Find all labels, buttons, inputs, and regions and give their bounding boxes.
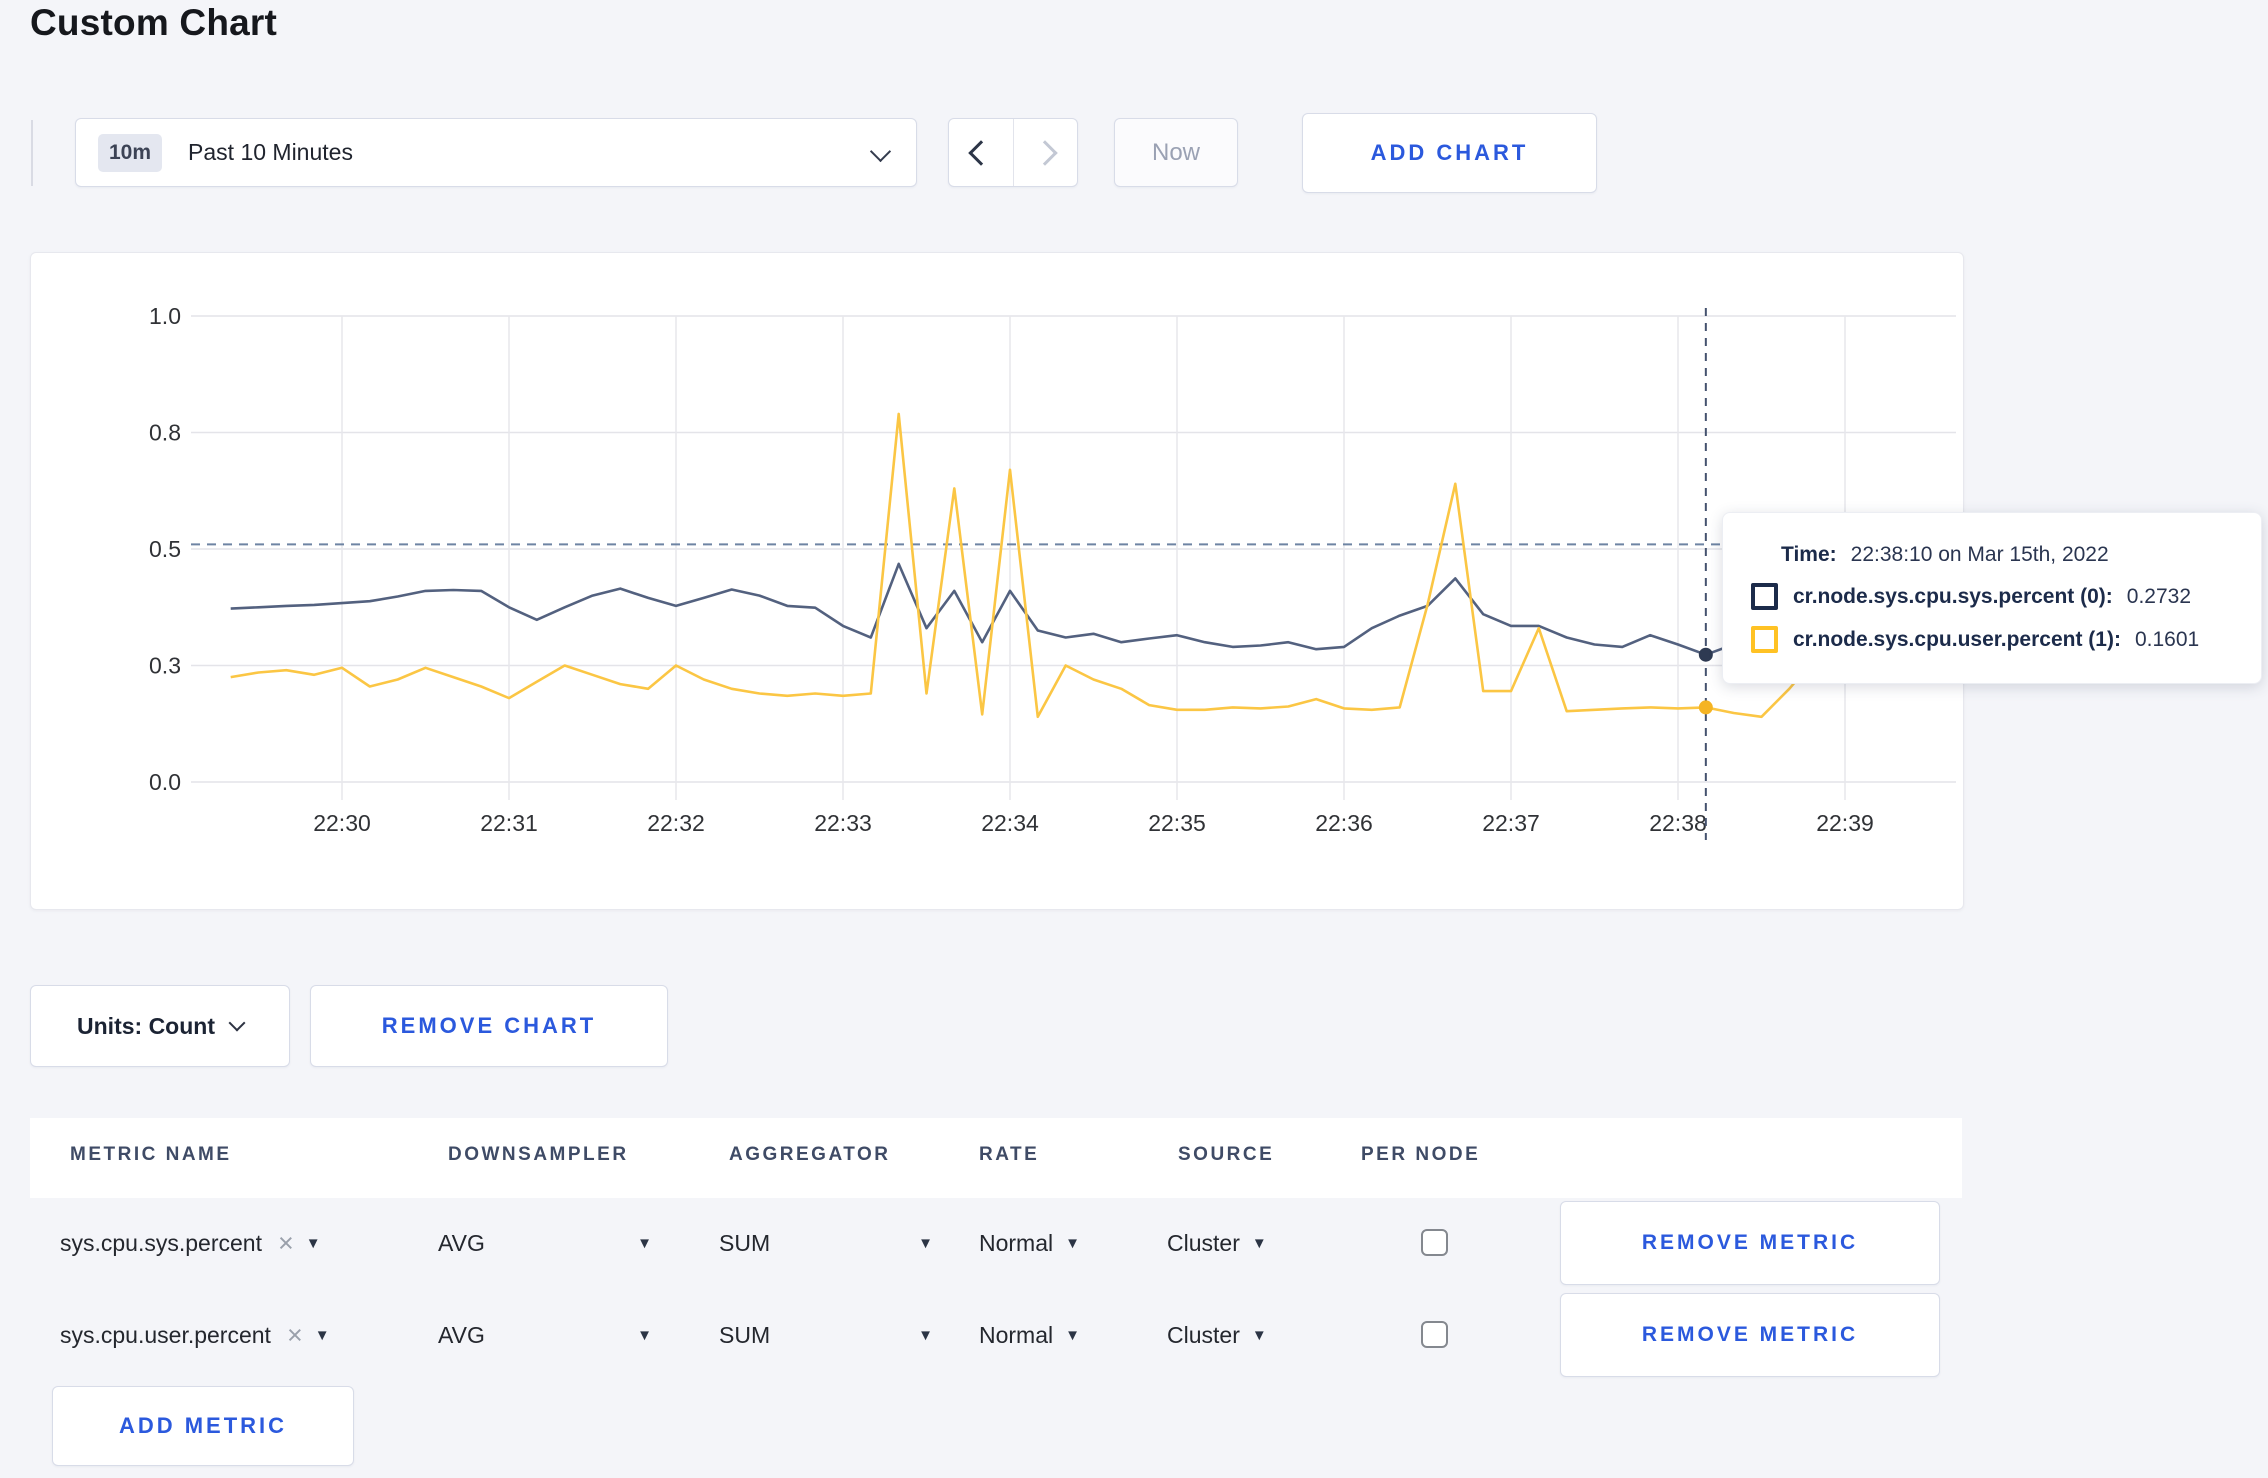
caret-down-icon: ▼ [305, 1234, 321, 1252]
aggregator-value: SUM [719, 1229, 771, 1256]
y-axis-tick-label: 0.3 [149, 653, 181, 679]
chevron-down-icon [228, 1014, 246, 1032]
add-metric-button[interactable]: ADD METRIC [52, 1386, 354, 1466]
downsampler-select[interactable]: AVG ▼ [438, 1289, 652, 1381]
series-line [230, 412, 1874, 719]
source-value: Cluster [1167, 1321, 1240, 1348]
rate-select[interactable]: Normal ▼ [979, 1289, 1080, 1381]
x-axis-tick-label: 22:32 [647, 810, 705, 836]
source-select[interactable]: Cluster ▼ [1167, 1197, 1267, 1289]
time-range-dropdown[interactable]: 10m Past 10 Minutes [75, 118, 917, 187]
source-value: Cluster [1167, 1229, 1240, 1256]
chart-card: 0.0 0.3 0.5 0.8 1.0 22:30 22:31 22:32 22:33 22:34… [30, 252, 1964, 910]
x-axis-tick-label: 22:35 [1148, 810, 1206, 836]
metrics-table-header: METRIC NAME DOWNSAMPLER AGGREGATOR RATE … [30, 1118, 1962, 1198]
remove-chart-button[interactable]: REMOVE CHART [310, 985, 668, 1067]
tooltip-time-label: Time: [1781, 543, 1837, 566]
custom-chart-page: Custom Chart 10m Past 10 Minutes Now ADD… [0, 0, 2268, 1478]
caret-down-icon: ▼ [918, 1234, 933, 1252]
tooltip-time-value: 22:38:10 on Mar 15th, 2022 [1850, 543, 2109, 566]
chart-tooltip: Time: 22:38:10 on Mar 15th, 2022 cr.node… [1722, 512, 2262, 684]
y-axis-tick-label: 1.0 [149, 303, 181, 329]
tooltip-series-0-label: cr.node.sys.cpu.sys.percent (0): [1793, 584, 2113, 608]
clear-metric-icon[interactable]: × [287, 1321, 303, 1349]
caret-down-icon: ▼ [1251, 1326, 1267, 1344]
aggregator-select[interactable]: SUM ▼ [719, 1197, 933, 1289]
time-nav-group [948, 118, 1078, 187]
caret-down-icon: ▼ [637, 1234, 652, 1252]
x-axis-tick-label: 22:33 [814, 810, 872, 836]
series-1-legend-swatch-icon [1751, 626, 1778, 653]
metric-name-value: sys.cpu.user.percent [60, 1321, 271, 1348]
tooltip-time-row: Time: 22:38:10 on Mar 15th, 2022 [1781, 543, 2233, 567]
time-forward-button[interactable] [1012, 119, 1078, 186]
tooltip-series-1-label: cr.node.sys.cpu.user.percent (1): [1793, 627, 2121, 651]
units-label: Units: Count [77, 1012, 215, 1039]
chevron-right-icon [1032, 139, 1058, 166]
x-axis-tick-label: 22:37 [1482, 810, 1540, 836]
caret-down-icon: ▼ [637, 1326, 652, 1344]
source-select[interactable]: Cluster ▼ [1167, 1289, 1267, 1381]
caret-down-icon: ▼ [1065, 1326, 1080, 1344]
now-button[interactable]: Now [1114, 118, 1238, 187]
time-range-badge: 10m [98, 133, 163, 172]
caret-down-icon: ▼ [1065, 1234, 1080, 1252]
metric-row: sys.cpu.sys.percent × ▼ AVG ▼ SUM ▼ Norm… [30, 1197, 1962, 1289]
y-axis-tick-label: 0.8 [149, 420, 181, 446]
tooltip-series-row: cr.node.sys.cpu.sys.percent (0): 0.2732 [1751, 583, 2233, 610]
series-0-legend-swatch-icon [1751, 583, 1778, 610]
time-back-button[interactable] [949, 119, 1013, 186]
col-header-source: SOURCE [1178, 1144, 1275, 1165]
tooltip-series-row: cr.node.sys.cpu.user.percent (1): 0.1601 [1751, 626, 2233, 653]
remove-metric-button[interactable]: REMOVE METRIC [1560, 1201, 1940, 1285]
x-axis-tick-label: 22:39 [1816, 810, 1874, 836]
tooltip-series-1-value: 0.1601 [2134, 627, 2200, 651]
x-axis-tick-label: 22:36 [1315, 810, 1373, 836]
units-dropdown[interactable]: Units: Count [30, 985, 290, 1067]
downsampler-select[interactable]: AVG ▼ [438, 1197, 652, 1289]
col-header-rate: RATE [979, 1144, 1040, 1165]
x-axis-tick-label: 22:31 [480, 810, 538, 836]
time-range-label: Past 10 Minutes [188, 139, 353, 165]
metric-row: sys.cpu.user.percent × ▼ AVG ▼ SUM ▼ Nor… [30, 1289, 1962, 1381]
clear-metric-icon[interactable]: × [278, 1229, 294, 1257]
y-axis-tick-label: 0.0 [149, 769, 181, 795]
per-node-checkbox[interactable] [1421, 1229, 1448, 1256]
chevron-down-icon [869, 140, 892, 163]
rate-value: Normal [979, 1321, 1054, 1348]
hover-point-dot [1698, 700, 1713, 715]
toolbar-divider [31, 120, 33, 186]
y-axis-tick-label: 0.5 [149, 536, 181, 562]
per-node-checkbox[interactable] [1421, 1321, 1448, 1348]
x-axis-tick-label: 22:34 [981, 810, 1039, 836]
col-header-downsampler: DOWNSAMPLER [448, 1144, 629, 1165]
tooltip-series-0-value: 0.2732 [2126, 584, 2192, 608]
downsampler-value: AVG [438, 1229, 485, 1256]
col-header-per-node: PER NODE [1361, 1144, 1481, 1165]
rate-value: Normal [979, 1229, 1054, 1256]
aggregator-select[interactable]: SUM ▼ [719, 1289, 933, 1381]
aggregator-value: SUM [719, 1321, 771, 1348]
x-axis-tick-label: 22:30 [313, 810, 371, 836]
metric-name-select[interactable]: sys.cpu.user.percent × ▼ [60, 1289, 330, 1381]
caret-down-icon: ▼ [918, 1326, 933, 1344]
col-header-aggregator: AGGREGATOR [729, 1144, 891, 1165]
caret-down-icon: ▼ [314, 1326, 330, 1344]
col-header-metric-name: METRIC NAME [70, 1144, 232, 1165]
rate-select[interactable]: Normal ▼ [979, 1197, 1080, 1289]
add-chart-button[interactable]: ADD CHART [1302, 113, 1597, 193]
hover-point-dot [1698, 647, 1713, 662]
metric-name-select[interactable]: sys.cpu.sys.percent × ▼ [60, 1197, 321, 1289]
page-title: Custom Chart [30, 2, 278, 43]
remove-metric-button[interactable]: REMOVE METRIC [1560, 1293, 1940, 1377]
caret-down-icon: ▼ [1251, 1234, 1267, 1252]
chevron-left-icon [968, 139, 994, 166]
timeseries-chart[interactable]: 0.0 0.3 0.5 0.8 1.0 22:30 22:31 22:32 22:33 22:34… [31, 253, 1963, 909]
metric-name-value: sys.cpu.sys.percent [60, 1229, 262, 1256]
x-axis-tick-label: 22:38 [1649, 810, 1707, 836]
downsampler-value: AVG [438, 1321, 485, 1348]
series-line [230, 562, 1873, 657]
